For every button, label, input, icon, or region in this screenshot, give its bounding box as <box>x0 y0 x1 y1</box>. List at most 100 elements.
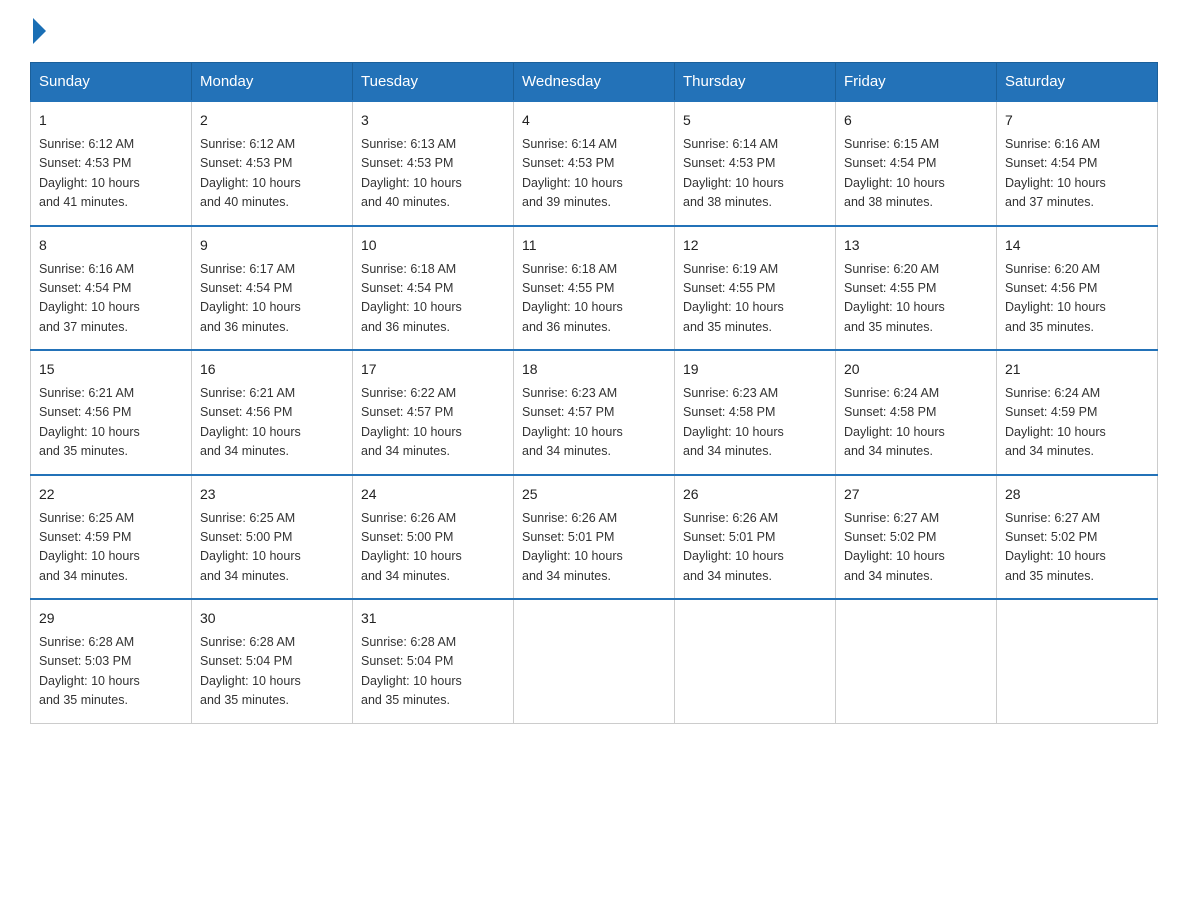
day-info: Sunrise: 6:20 AMSunset: 4:55 PMDaylight:… <box>844 260 988 338</box>
header-tuesday: Tuesday <box>353 63 514 102</box>
calendar-cell: 3 Sunrise: 6:13 AMSunset: 4:53 PMDayligh… <box>353 101 514 226</box>
day-info: Sunrise: 6:26 AMSunset: 5:01 PMDaylight:… <box>522 509 666 587</box>
calendar-cell <box>836 599 997 723</box>
calendar-cell: 30 Sunrise: 6:28 AMSunset: 5:04 PMDaylig… <box>192 599 353 723</box>
day-number: 6 <box>844 110 988 131</box>
day-info: Sunrise: 6:21 AMSunset: 4:56 PMDaylight:… <box>39 384 183 462</box>
day-number: 20 <box>844 359 988 380</box>
day-info: Sunrise: 6:28 AMSunset: 5:04 PMDaylight:… <box>200 633 344 711</box>
day-number: 4 <box>522 110 666 131</box>
day-info: Sunrise: 6:23 AMSunset: 4:58 PMDaylight:… <box>683 384 827 462</box>
day-info: Sunrise: 6:27 AMSunset: 5:02 PMDaylight:… <box>1005 509 1149 587</box>
page-header <box>30 20 1158 44</box>
calendar-week-row: 8 Sunrise: 6:16 AMSunset: 4:54 PMDayligh… <box>31 226 1158 351</box>
day-number: 30 <box>200 608 344 629</box>
day-number: 1 <box>39 110 183 131</box>
day-number: 22 <box>39 484 183 505</box>
calendar-cell: 21 Sunrise: 6:24 AMSunset: 4:59 PMDaylig… <box>997 350 1158 475</box>
day-number: 11 <box>522 235 666 256</box>
day-number: 8 <box>39 235 183 256</box>
day-info: Sunrise: 6:16 AMSunset: 4:54 PMDaylight:… <box>39 260 183 338</box>
day-info: Sunrise: 6:27 AMSunset: 5:02 PMDaylight:… <box>844 509 988 587</box>
day-info: Sunrise: 6:26 AMSunset: 5:01 PMDaylight:… <box>683 509 827 587</box>
day-number: 25 <box>522 484 666 505</box>
calendar-cell <box>997 599 1158 723</box>
calendar-cell: 27 Sunrise: 6:27 AMSunset: 5:02 PMDaylig… <box>836 475 997 600</box>
day-info: Sunrise: 6:16 AMSunset: 4:54 PMDaylight:… <box>1005 135 1149 213</box>
day-number: 2 <box>200 110 344 131</box>
day-number: 29 <box>39 608 183 629</box>
day-info: Sunrise: 6:25 AMSunset: 4:59 PMDaylight:… <box>39 509 183 587</box>
calendar-week-row: 1 Sunrise: 6:12 AMSunset: 4:53 PMDayligh… <box>31 101 1158 226</box>
logo <box>30 20 46 44</box>
day-info: Sunrise: 6:18 AMSunset: 4:55 PMDaylight:… <box>522 260 666 338</box>
day-number: 12 <box>683 235 827 256</box>
day-number: 26 <box>683 484 827 505</box>
calendar-header-row: SundayMondayTuesdayWednesdayThursdayFrid… <box>31 63 1158 102</box>
header-wednesday: Wednesday <box>514 63 675 102</box>
day-number: 5 <box>683 110 827 131</box>
day-info: Sunrise: 6:22 AMSunset: 4:57 PMDaylight:… <box>361 384 505 462</box>
day-info: Sunrise: 6:18 AMSunset: 4:54 PMDaylight:… <box>361 260 505 338</box>
day-number: 23 <box>200 484 344 505</box>
calendar-cell: 18 Sunrise: 6:23 AMSunset: 4:57 PMDaylig… <box>514 350 675 475</box>
calendar-cell <box>514 599 675 723</box>
calendar-cell: 10 Sunrise: 6:18 AMSunset: 4:54 PMDaylig… <box>353 226 514 351</box>
calendar-week-row: 22 Sunrise: 6:25 AMSunset: 4:59 PMDaylig… <box>31 475 1158 600</box>
day-info: Sunrise: 6:19 AMSunset: 4:55 PMDaylight:… <box>683 260 827 338</box>
calendar-cell: 28 Sunrise: 6:27 AMSunset: 5:02 PMDaylig… <box>997 475 1158 600</box>
calendar-cell: 5 Sunrise: 6:14 AMSunset: 4:53 PMDayligh… <box>675 101 836 226</box>
day-info: Sunrise: 6:14 AMSunset: 4:53 PMDaylight:… <box>522 135 666 213</box>
day-info: Sunrise: 6:13 AMSunset: 4:53 PMDaylight:… <box>361 135 505 213</box>
day-number: 31 <box>361 608 505 629</box>
day-info: Sunrise: 6:24 AMSunset: 4:58 PMDaylight:… <box>844 384 988 462</box>
day-info: Sunrise: 6:14 AMSunset: 4:53 PMDaylight:… <box>683 135 827 213</box>
calendar-week-row: 29 Sunrise: 6:28 AMSunset: 5:03 PMDaylig… <box>31 599 1158 723</box>
calendar-cell: 8 Sunrise: 6:16 AMSunset: 4:54 PMDayligh… <box>31 226 192 351</box>
calendar-cell: 13 Sunrise: 6:20 AMSunset: 4:55 PMDaylig… <box>836 226 997 351</box>
calendar-table: SundayMondayTuesdayWednesdayThursdayFrid… <box>30 62 1158 724</box>
calendar-cell: 16 Sunrise: 6:21 AMSunset: 4:56 PMDaylig… <box>192 350 353 475</box>
calendar-cell <box>675 599 836 723</box>
calendar-cell: 25 Sunrise: 6:26 AMSunset: 5:01 PMDaylig… <box>514 475 675 600</box>
day-info: Sunrise: 6:28 AMSunset: 5:03 PMDaylight:… <box>39 633 183 711</box>
header-monday: Monday <box>192 63 353 102</box>
day-info: Sunrise: 6:28 AMSunset: 5:04 PMDaylight:… <box>361 633 505 711</box>
day-number: 7 <box>1005 110 1149 131</box>
calendar-cell: 9 Sunrise: 6:17 AMSunset: 4:54 PMDayligh… <box>192 226 353 351</box>
header-thursday: Thursday <box>675 63 836 102</box>
day-number: 15 <box>39 359 183 380</box>
calendar-cell: 17 Sunrise: 6:22 AMSunset: 4:57 PMDaylig… <box>353 350 514 475</box>
day-number: 3 <box>361 110 505 131</box>
day-number: 16 <box>200 359 344 380</box>
day-number: 13 <box>844 235 988 256</box>
day-info: Sunrise: 6:20 AMSunset: 4:56 PMDaylight:… <box>1005 260 1149 338</box>
day-number: 27 <box>844 484 988 505</box>
calendar-cell: 23 Sunrise: 6:25 AMSunset: 5:00 PMDaylig… <box>192 475 353 600</box>
header-friday: Friday <box>836 63 997 102</box>
calendar-cell: 11 Sunrise: 6:18 AMSunset: 4:55 PMDaylig… <box>514 226 675 351</box>
calendar-cell: 31 Sunrise: 6:28 AMSunset: 5:04 PMDaylig… <box>353 599 514 723</box>
day-number: 17 <box>361 359 505 380</box>
calendar-cell: 1 Sunrise: 6:12 AMSunset: 4:53 PMDayligh… <box>31 101 192 226</box>
day-info: Sunrise: 6:25 AMSunset: 5:00 PMDaylight:… <box>200 509 344 587</box>
day-info: Sunrise: 6:15 AMSunset: 4:54 PMDaylight:… <box>844 135 988 213</box>
calendar-cell: 15 Sunrise: 6:21 AMSunset: 4:56 PMDaylig… <box>31 350 192 475</box>
day-number: 19 <box>683 359 827 380</box>
day-info: Sunrise: 6:17 AMSunset: 4:54 PMDaylight:… <box>200 260 344 338</box>
day-number: 24 <box>361 484 505 505</box>
day-number: 28 <box>1005 484 1149 505</box>
calendar-cell: 29 Sunrise: 6:28 AMSunset: 5:03 PMDaylig… <box>31 599 192 723</box>
day-info: Sunrise: 6:26 AMSunset: 5:00 PMDaylight:… <box>361 509 505 587</box>
logo-arrow-icon <box>33 18 46 44</box>
calendar-cell: 22 Sunrise: 6:25 AMSunset: 4:59 PMDaylig… <box>31 475 192 600</box>
calendar-cell: 24 Sunrise: 6:26 AMSunset: 5:00 PMDaylig… <box>353 475 514 600</box>
calendar-cell: 20 Sunrise: 6:24 AMSunset: 4:58 PMDaylig… <box>836 350 997 475</box>
calendar-cell: 19 Sunrise: 6:23 AMSunset: 4:58 PMDaylig… <box>675 350 836 475</box>
header-sunday: Sunday <box>31 63 192 102</box>
calendar-cell: 2 Sunrise: 6:12 AMSunset: 4:53 PMDayligh… <box>192 101 353 226</box>
calendar-cell: 14 Sunrise: 6:20 AMSunset: 4:56 PMDaylig… <box>997 226 1158 351</box>
calendar-cell: 26 Sunrise: 6:26 AMSunset: 5:01 PMDaylig… <box>675 475 836 600</box>
calendar-cell: 6 Sunrise: 6:15 AMSunset: 4:54 PMDayligh… <box>836 101 997 226</box>
calendar-cell: 4 Sunrise: 6:14 AMSunset: 4:53 PMDayligh… <box>514 101 675 226</box>
